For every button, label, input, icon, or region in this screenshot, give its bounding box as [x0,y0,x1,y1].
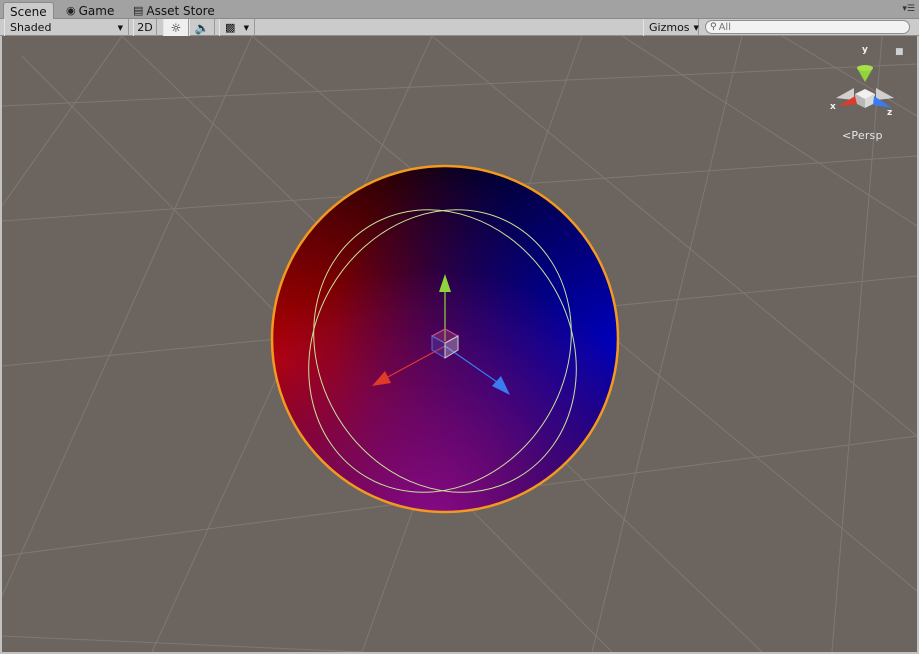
shading-mode-dropdown[interactable]: Shaded ▼ [4,19,129,36]
2d-mode-toggle[interactable]: 2D [133,19,157,36]
tab-game-label: Game [78,3,115,18]
panel-menu-icon[interactable]: ▾☰ [902,4,915,14]
gizmo-z-label: z [887,108,892,118]
scene-toolbar: Shaded ▼ 2D ☼ 🔈 ▩ ▼ Gizmos ▼ ⚲ [0,19,919,36]
chevron-down-icon: ▼ [243,23,249,32]
tab-scene-label: Scene [10,4,47,19]
tab-scene[interactable]: Scene [3,2,54,20]
scene-canvas: y x z [2,36,917,652]
scene-search-field[interactable]: ⚲ [705,20,910,34]
search-icon: ⚲ [710,22,717,32]
image-icon: ▩ [225,21,236,34]
scene-effects-dropdown[interactable]: ▩ ▼ [219,19,255,36]
chevron-down-icon: ▼ [693,23,699,32]
scene-search-input[interactable] [718,21,899,33]
gizmos-label: Gizmos [649,21,690,34]
chevron-down-icon: ▼ [117,23,123,32]
scene-viewport[interactable]: y x z ■ <Persp [2,36,917,652]
speaker-icon: 🔈 [194,20,210,35]
projection-toggle[interactable]: <Persp [842,129,883,142]
editor-tab-bar: Scene ◉ Game ▤ Asset Store ▾☰ [0,0,919,20]
projection-label: Persp [851,129,883,142]
scene-audio-toggle[interactable]: 🔈 [189,19,215,36]
2d-mode-label: 2D [137,21,153,34]
lock-icon[interactable]: ■ [895,47,904,57]
persp-icon: < [842,129,852,142]
shading-mode-label: Shaded [10,21,52,34]
gizmo-y-label: y [862,45,868,55]
tab-asset-store-label: Asset Store [146,3,215,18]
gizmos-dropdown[interactable]: Gizmos ▼ [643,19,699,36]
tab-game[interactable]: ◉ Game [60,2,120,19]
game-controller-icon: ◉ [66,3,76,17]
sun-icon: ☼ [170,20,182,35]
gizmo-x-label: x [830,102,836,112]
store-bag-icon: ▤ [133,3,144,17]
scene-lighting-toggle[interactable]: ☼ [163,19,189,36]
tab-asset-store[interactable]: ▤ Asset Store [127,2,221,19]
orientation-gizmo [836,65,894,108]
